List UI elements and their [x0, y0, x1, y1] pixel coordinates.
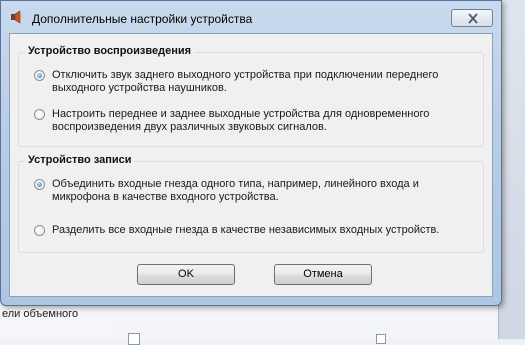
- background-checkbox[interactable]: [376, 334, 386, 344]
- radio-label: Отключить звук заднего выходного устройс…: [52, 69, 439, 94]
- advanced-device-settings-dialog: Дополнительные настройки устройства Устр…: [0, 0, 502, 306]
- playback-device-group: Устройство воспроизведения Отключить зву…: [18, 45, 484, 147]
- radio-label: Настроить переднее и заднее выходные уст…: [52, 108, 430, 133]
- radio-button[interactable]: [34, 109, 45, 120]
- close-icon: [468, 13, 478, 24]
- background-window-edge: [498, 0, 525, 339]
- ok-button[interactable]: OK: [137, 264, 235, 285]
- radio-button[interactable]: [34, 179, 45, 190]
- radio-button[interactable]: [34, 225, 45, 236]
- close-button[interactable]: [451, 9, 493, 27]
- recording-device-group: Устройство записи Объединить входные гне…: [18, 154, 484, 253]
- dialog-title: Дополнительные настройки устройства: [32, 12, 253, 26]
- cancel-button[interactable]: Отмена: [274, 264, 372, 285]
- dialog-client-area: Устройство воспроизведения Отключить зву…: [9, 33, 493, 297]
- background-sidebar-text: ели объемного: [2, 308, 79, 320]
- speaker-icon: [10, 10, 24, 24]
- radio-label: Разделить все входные гнезда в качестве …: [52, 224, 440, 236]
- recording-group-title: Устройство записи: [25, 154, 135, 166]
- background-checkbox[interactable]: [128, 333, 140, 345]
- radio-label: Объединить входные гнезда одного типа, н…: [52, 178, 419, 203]
- radio-button[interactable]: [34, 70, 45, 81]
- title-bar[interactable]: Дополнительные настройки устройства: [1, 1, 501, 31]
- background-content: [112, 305, 498, 339]
- playback-group-title: Устройство воспроизведения: [25, 45, 195, 57]
